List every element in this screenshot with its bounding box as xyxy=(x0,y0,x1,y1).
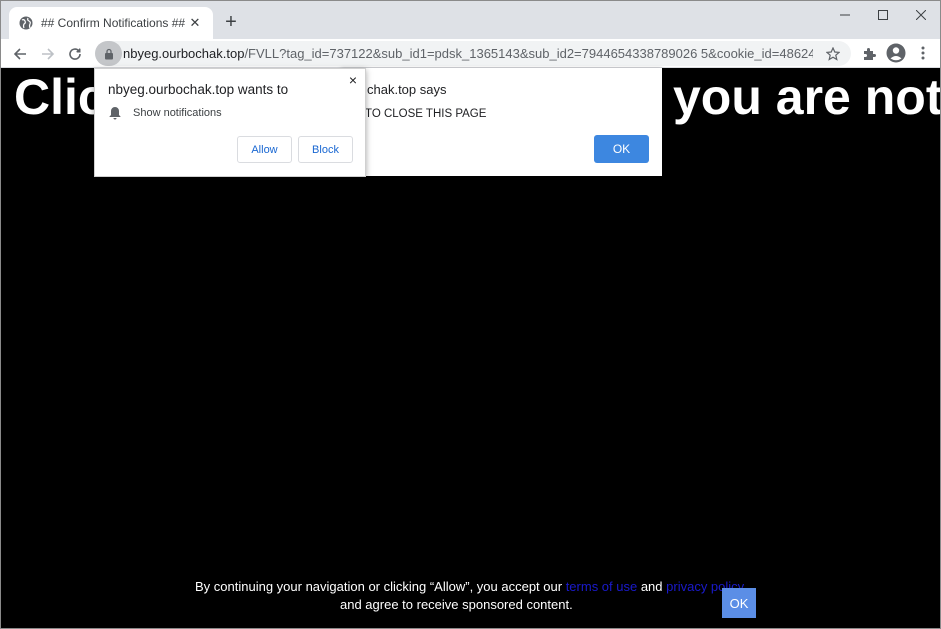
tab-title: ## Confirm Notifications ## xyxy=(41,16,186,30)
back-arrow-icon xyxy=(13,48,26,60)
block-button[interactable]: Block xyxy=(298,136,353,163)
address-bar[interactable]: nbyeg.ourbochak.top/FVLL?tag_id=737122&s… xyxy=(95,41,851,66)
alert-message: TO CLOSE THIS PAGE xyxy=(365,108,487,120)
profile-avatar-icon[interactable] xyxy=(885,42,907,64)
prompt-close-icon[interactable]: × xyxy=(345,72,361,88)
consent-line2: and agree to receive sponsored content. xyxy=(340,597,573,612)
extensions-puzzle-icon[interactable] xyxy=(859,44,879,64)
headline-left: Clic xyxy=(14,69,106,125)
bell-icon xyxy=(109,106,123,120)
url-host: nbyeg.ourbochak.top xyxy=(123,46,245,61)
tab-strip: ## Confirm Notifications ## ✕ + xyxy=(1,1,940,39)
minimize-button[interactable] xyxy=(825,1,865,29)
window-close-button[interactable] xyxy=(901,1,941,29)
reload-icon xyxy=(69,48,81,60)
alert-dialog: chak.top says TO CLOSE THIS PAGE OK xyxy=(341,68,662,176)
reload-button[interactable] xyxy=(63,42,87,66)
back-button[interactable] xyxy=(8,42,32,66)
bookmark-star-icon[interactable] xyxy=(823,44,843,64)
alert-title: chak.top says xyxy=(367,82,447,97)
tab-active[interactable]: ## Confirm Notifications ## ✕ xyxy=(9,7,213,39)
consent-line1: By continuing your navigation or clickin… xyxy=(195,579,744,594)
allow-button[interactable]: Allow xyxy=(237,136,292,163)
notification-permission-prompt: × nbyeg.ourbochak.top wants to Show noti… xyxy=(94,68,366,177)
tab-close-icon[interactable]: ✕ xyxy=(187,15,203,31)
headline-right: you are not xyxy=(673,69,940,125)
browser-toolbar: nbyeg.ourbochak.top/FVLL?tag_id=737122&s… xyxy=(1,39,940,68)
url-text[interactable]: nbyeg.ourbochak.top/FVLL?tag_id=737122&s… xyxy=(123,46,813,61)
permission-label: Show notifications xyxy=(133,107,222,119)
maximize-button[interactable] xyxy=(863,1,903,29)
new-tab-button[interactable]: + xyxy=(221,12,241,32)
browser-window: ## Confirm Notifications ## ✕ + nbyeg.ou… xyxy=(0,0,941,629)
forward-button[interactable] xyxy=(36,42,60,66)
lock-icon[interactable] xyxy=(95,41,122,66)
url-path: /FVLL?tag_id=737122&sub_id1=pdsk_1365143… xyxy=(244,46,813,61)
consent-prefix: By continuing your navigation or clickin… xyxy=(195,579,566,594)
forward-arrow-icon xyxy=(42,48,55,60)
prompt-heading: nbyeg.ourbochak.top wants to xyxy=(108,82,289,97)
terms-of-use-link[interactable]: terms of use xyxy=(566,579,638,594)
consent-and: and xyxy=(637,579,667,594)
consent-ok-button[interactable]: OK xyxy=(722,588,756,618)
kebab-menu-icon[interactable] xyxy=(913,43,933,63)
globe-icon xyxy=(19,16,33,30)
alert-ok-button[interactable]: OK xyxy=(594,135,649,163)
